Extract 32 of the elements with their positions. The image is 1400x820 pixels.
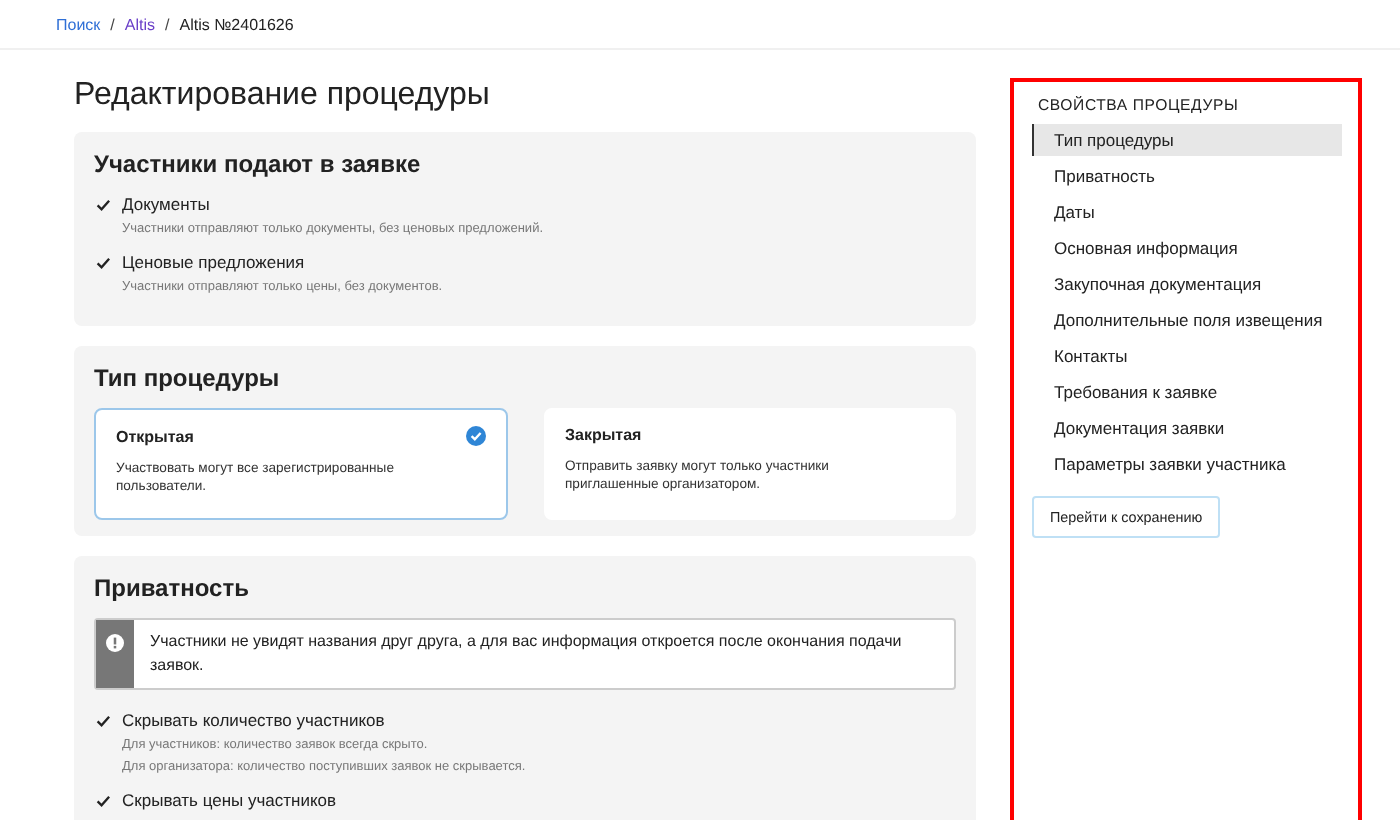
check-circle-icon [465,426,485,446]
breadcrumb-link[interactable]: Altis [124,15,156,33]
breadcrumb-separator: / [110,15,115,33]
breadcrumb-link[interactable]: Поиск [56,15,101,33]
checkbox-label: Документы [122,194,210,214]
checkbox-label: Ценовые предложения [122,252,305,272]
sidebar-item[interactable]: Даты [1032,196,1342,228]
option-title: Закрытая [565,426,642,444]
sidebar-item[interactable]: Параметры заявки участника [1032,448,1342,480]
sidebar-item[interactable]: Контакты [1032,340,1342,372]
option-title: Открытая [116,427,194,445]
sidebar-item[interactable]: Документация заявки [1032,412,1342,444]
section-title: Участники подают в заявке [94,150,423,178]
sidebar-item[interactable]: Требования к заявке [1032,376,1342,408]
section-title: Тип процедуры [94,364,282,392]
sidebar-item[interactable]: Закупочная документация [1032,268,1342,300]
page-title: Редактирование процедуры [74,78,492,114]
checkbox[interactable] [94,195,112,213]
checkbox[interactable] [94,791,112,809]
checkbox-label: Скрывать количество участников [122,710,385,730]
checkbox[interactable] [94,253,112,271]
sidebar-item[interactable]: Тип процедуры [1032,124,1342,156]
info-icon [106,634,124,652]
checkbox[interactable] [94,711,112,729]
breadcrumb-separator: / [165,15,170,33]
sidebar-item[interactable]: Дополнительные поля извещения [1032,304,1342,336]
section-title: Приватность [94,574,251,602]
sidebar-item[interactable]: Основная информация [1032,232,1342,264]
sidebar-item[interactable]: Приватность [1032,160,1342,192]
breadcrumb-current: Altis №2401626 [179,15,294,33]
notice-text: Участники не увидят названия друг друга, а для вас информация откроется после окончания подачи заявок. [148,630,904,678]
checkbox-label: Скрывать цены участников [122,790,337,810]
